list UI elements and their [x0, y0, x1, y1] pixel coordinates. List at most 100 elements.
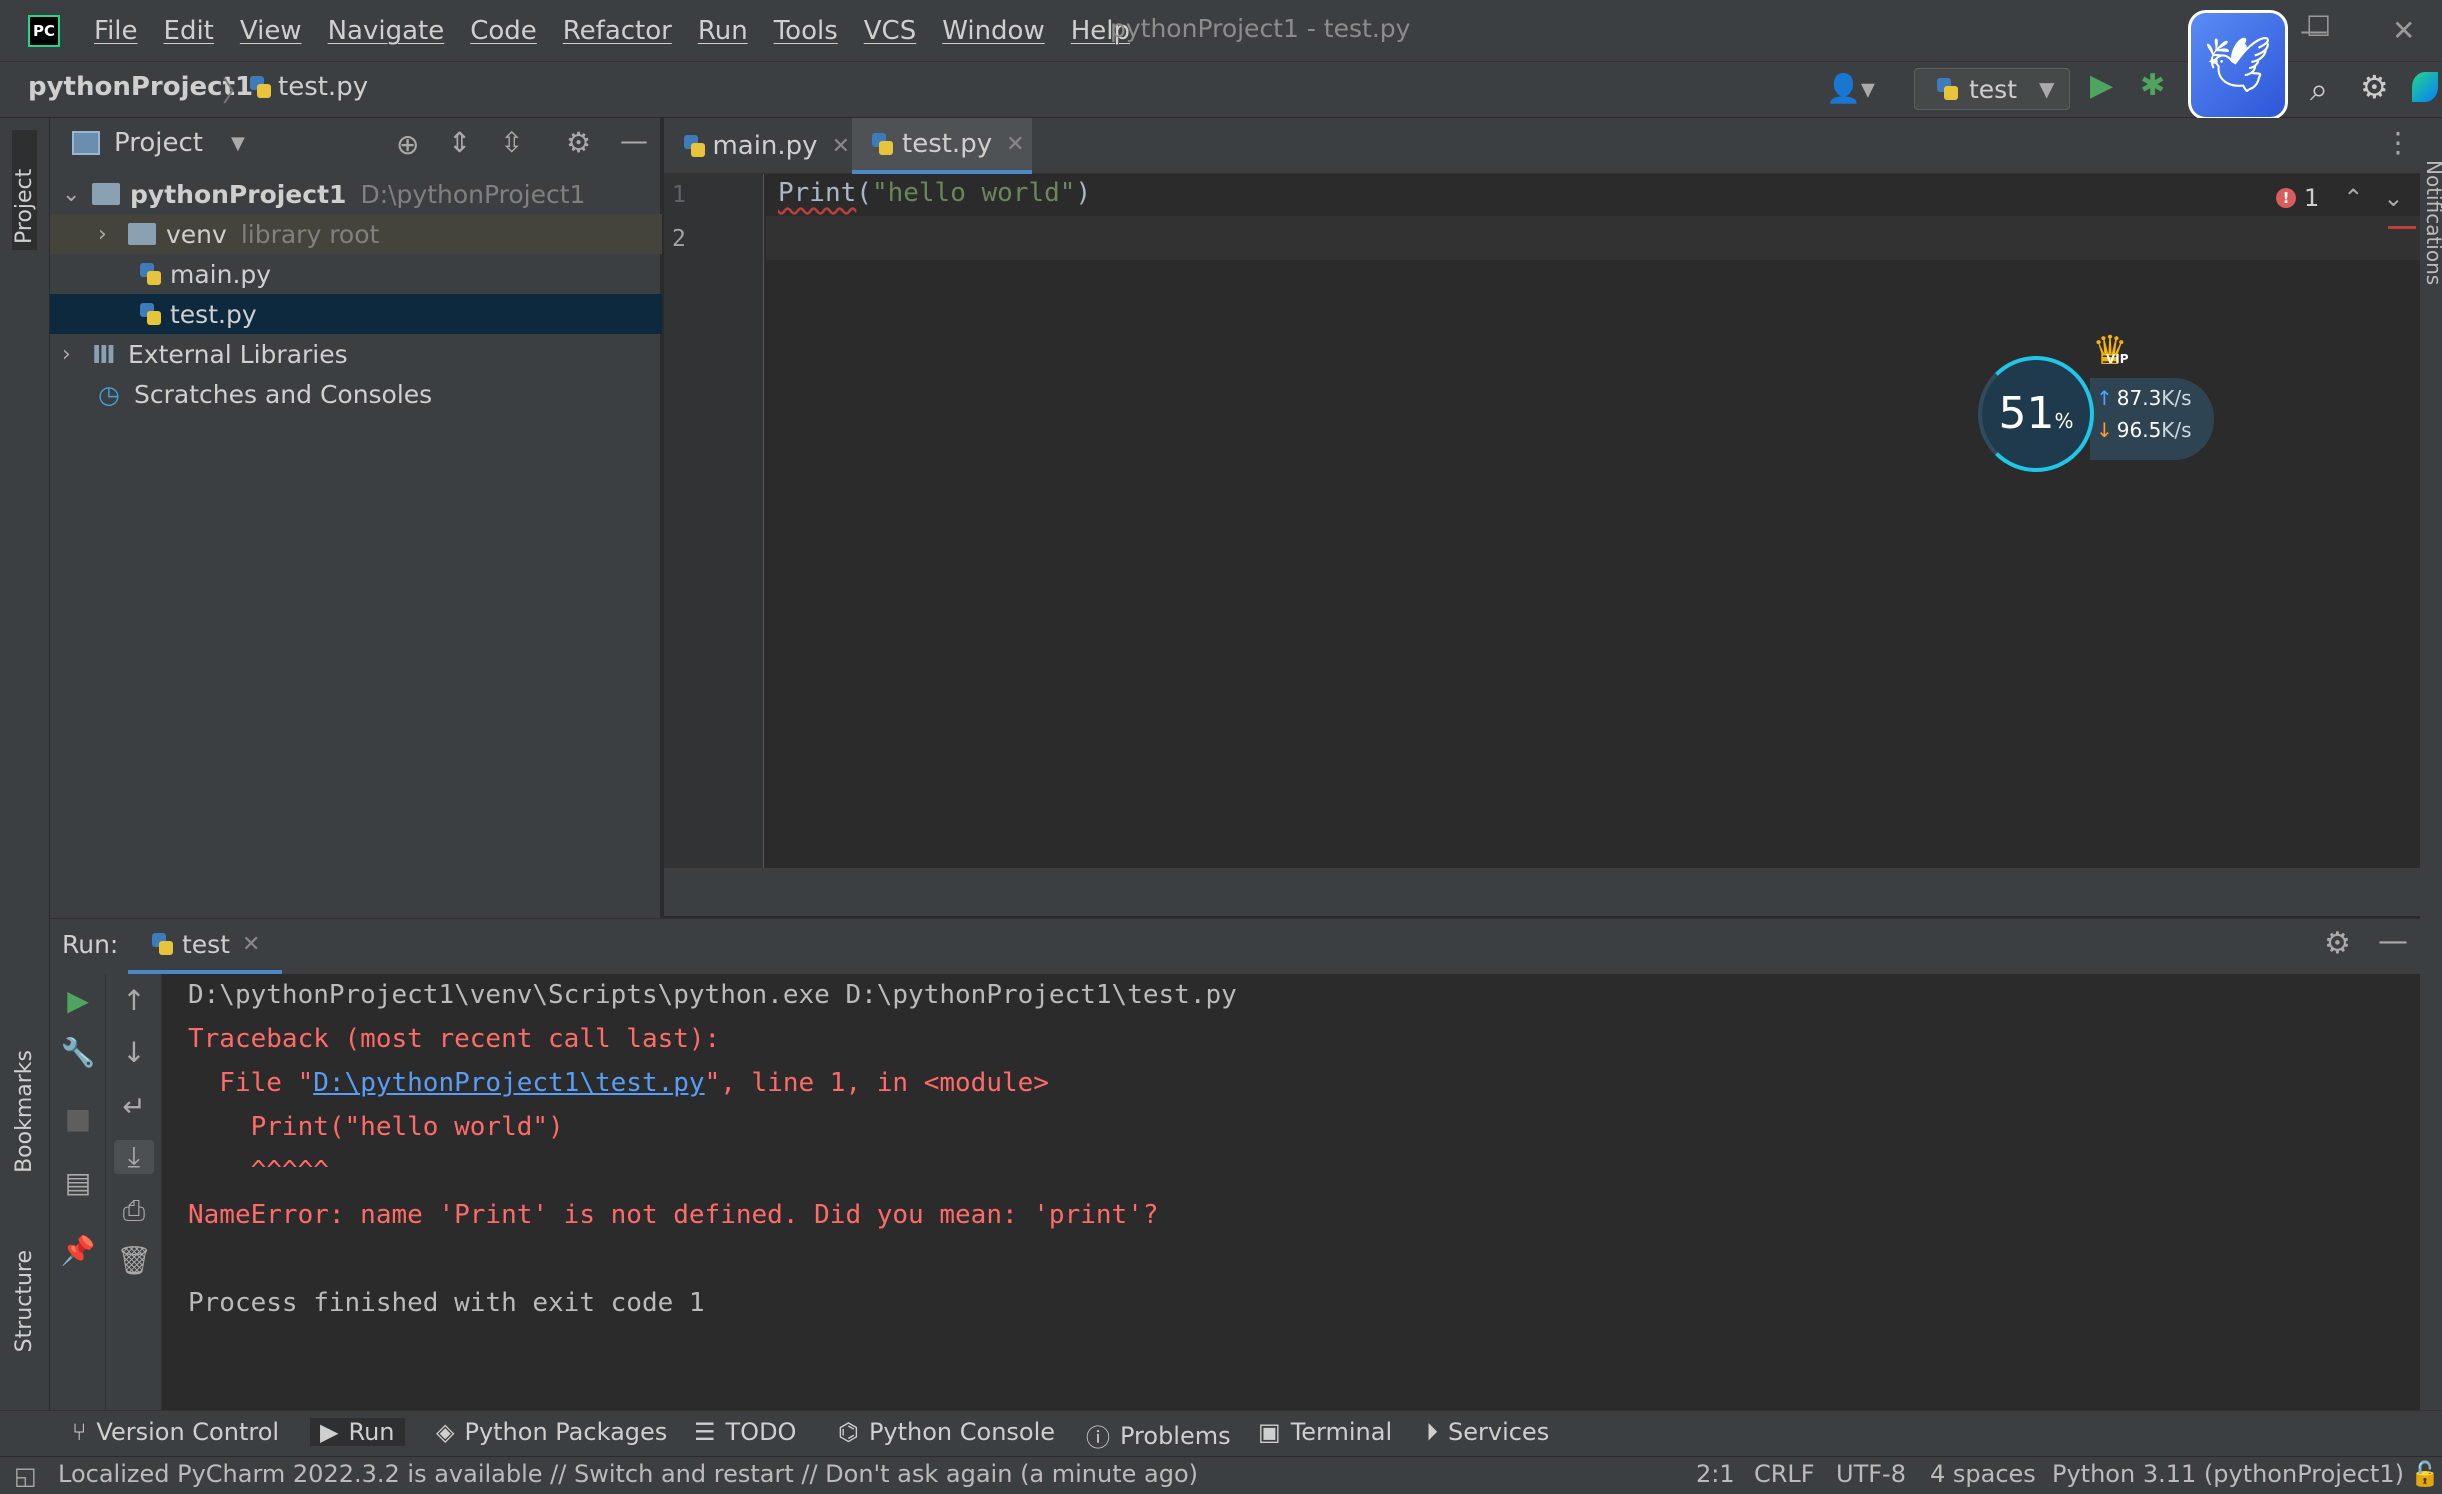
wrench-icon[interactable]: 🔧 [58, 1036, 98, 1069]
soft-wrap-icon[interactable]: ↵ [114, 1090, 154, 1123]
arrow-up-icon[interactable]: ↑ [114, 984, 154, 1017]
window-title: pythonProject1 - test.py [1110, 14, 1411, 43]
project-view-selector[interactable]: Project ▼ [72, 128, 245, 158]
more-options-icon[interactable]: ⋮ [2384, 126, 2412, 159]
python-icon [150, 932, 174, 956]
hide-panel-icon[interactable]: — [620, 124, 648, 157]
download-arrow-icon: ↓ [2096, 418, 2113, 442]
scroll-to-end-icon[interactable]: ⤓ [114, 1140, 154, 1174]
gear-icon[interactable]: ⚙ [566, 126, 591, 159]
python-file-icon [138, 262, 162, 286]
tree-item-label: main.py [170, 259, 272, 289]
menu-navigate[interactable]: Navigate [328, 16, 445, 46]
debug-bug-icon[interactable]: ✱ [2140, 68, 2165, 103]
tool-todo[interactable]: ☰ TODO [694, 1418, 796, 1446]
hide-panel-icon[interactable]: — [2378, 924, 2408, 959]
tool-bookmarks-tab[interactable]: Bookmarks [12, 1050, 37, 1173]
tool-label: TODO [725, 1418, 797, 1446]
tool-project-tab[interactable]: Project [12, 130, 37, 250]
menu-window[interactable]: Window [942, 16, 1045, 46]
breadcrumb-file-label: test.py [278, 72, 369, 102]
memory-usage-gauge[interactable]: 51% [1978, 356, 2094, 472]
menu-refactor[interactable]: Refactor [563, 16, 672, 46]
maximize-button[interactable]: ☐ [2306, 10, 2331, 43]
layers-icon: ◈ [436, 1418, 455, 1446]
code-editor[interactable] [766, 174, 2420, 868]
pin-icon[interactable]: 📌 [58, 1234, 98, 1267]
stop-icon[interactable]: ■ [58, 1102, 98, 1135]
tool-services[interactable]: ⏵ Services [1426, 1418, 1549, 1446]
menu-file[interactable]: File [94, 16, 138, 46]
breadcrumb-file[interactable]: test.py [248, 72, 368, 102]
upload-unit: K/s [2161, 386, 2192, 410]
tree-item-venv[interactable]: › venv library root [50, 214, 662, 254]
locate-target-icon[interactable]: ⊕ [396, 128, 419, 161]
tool-version-control[interactable]: ⑂ Version Control [72, 1418, 279, 1446]
chevron-up-icon[interactable]: ⌃ [2343, 184, 2363, 212]
tool-python-packages[interactable]: ◈ Python Packages [436, 1418, 667, 1446]
expand-all-icon[interactable]: ⇕ [448, 126, 471, 159]
user-account-icon[interactable]: 👤▾ [1826, 72, 1875, 105]
console-file-link[interactable]: D:\pythonProject1\test.py [313, 1068, 704, 1098]
breadcrumb-project[interactable]: pythonProject1 [28, 72, 253, 102]
line-ending[interactable]: CRLF [1754, 1460, 1815, 1488]
tool-terminal[interactable]: ▣ Terminal [1258, 1418, 1392, 1446]
services-icon: ⏵ [1426, 1418, 1438, 1446]
tool-python-console[interactable]: ⌬ Python Console [838, 1418, 1055, 1446]
gear-icon[interactable]: ⚙ [2360, 68, 2389, 106]
folder-icon [92, 183, 120, 205]
trash-icon[interactable]: 🗑 [114, 1244, 154, 1277]
run-tab-label: test [182, 929, 231, 959]
tree-item-scratches[interactable]: ◷ Scratches and Consoles [50, 374, 662, 414]
menu-run[interactable]: Run [698, 16, 748, 46]
run-button[interactable]: ▶ [2090, 68, 2113, 103]
menu-edit[interactable]: Edit [164, 16, 214, 46]
indent-setting[interactable]: 4 spaces [1930, 1460, 2036, 1488]
gear-icon[interactable]: ⚙ [2324, 926, 2351, 961]
tab-test-py[interactable]: test.py ✕ [852, 118, 1032, 174]
arrow-down-icon[interactable]: ↓ [114, 1036, 154, 1069]
menu-code[interactable]: Code [470, 16, 537, 46]
run-tab-test[interactable]: test ✕ [128, 918, 283, 974]
tool-run[interactable]: ▶ Run [310, 1418, 405, 1446]
tree-item-test-py[interactable]: test.py [50, 294, 662, 334]
tab-label: test.py [902, 129, 993, 159]
tree-item-external-libraries[interactable]: › Ⅲ External Libraries [50, 334, 662, 374]
tool-problems[interactable]: ⓘ Problems [1086, 1418, 1231, 1453]
layout-icon[interactable]: ▤ [58, 1166, 98, 1199]
cursor-position[interactable]: 2:1 [1696, 1460, 1735, 1488]
tab-main-py[interactable]: main.py ✕ [664, 118, 850, 174]
chevron-down-icon[interactable]: ⌄ [2383, 184, 2403, 212]
close-icon[interactable]: ✕ [1006, 132, 1024, 157]
file-encoding[interactable]: UTF-8 [1836, 1460, 1906, 1488]
lock-icon[interactable]: 🔓 [2410, 1460, 2440, 1488]
tree-item-project-root[interactable]: ⌄ pythonProject1 D:\pythonProject1 [50, 174, 662, 214]
vip-badge: VIP [2106, 352, 2129, 366]
tree-item-main-py[interactable]: main.py [50, 254, 662, 294]
run-configuration-select[interactable]: test ▼ [1914, 68, 2070, 110]
collapse-all-icon[interactable]: ⇳ [500, 126, 523, 159]
bird-app-icon[interactable]: 🕊 [2188, 10, 2288, 120]
console-line: NameError: name 'Print' is not defined. … [188, 1200, 1159, 1230]
error-stripe-mark[interactable] [2388, 226, 2416, 229]
python-interpreter[interactable]: Python 3.11 (pythonProject1) [2052, 1460, 2404, 1488]
code-line[interactable]: Print("hello world") [778, 178, 1091, 208]
rerun-icon[interactable]: ▶ [58, 984, 98, 1017]
chevron-right-icon: › [98, 221, 107, 247]
jetbrains-toolbox-icon[interactable] [2412, 72, 2438, 102]
print-icon[interactable]: ⎙ [114, 1194, 154, 1228]
usage-percent-sign: % [2054, 409, 2074, 433]
menu-vcs[interactable]: VCS [864, 16, 916, 46]
close-window-button[interactable]: ✕ [2392, 14, 2415, 47]
tool-structure-tab[interactable]: Structure [12, 1250, 37, 1352]
tool-notifications-tab[interactable]: Notifications [2422, 160, 2442, 285]
inspection-error-indicator[interactable]: ! 1 ⌃ ⌄ [2276, 184, 2404, 212]
search-icon[interactable]: ⌕ [2310, 70, 2328, 109]
close-icon[interactable]: ✕ [832, 134, 850, 159]
status-message[interactable]: Localized PyCharm 2022.3.2 is available … [58, 1460, 1198, 1488]
menu-tools[interactable]: Tools [774, 16, 838, 46]
menu-view[interactable]: View [240, 16, 302, 46]
layout-toggle-icon[interactable]: ◱ [14, 1462, 37, 1490]
close-icon[interactable]: ✕ [242, 932, 260, 957]
code-string: "hello world" [871, 178, 1076, 208]
